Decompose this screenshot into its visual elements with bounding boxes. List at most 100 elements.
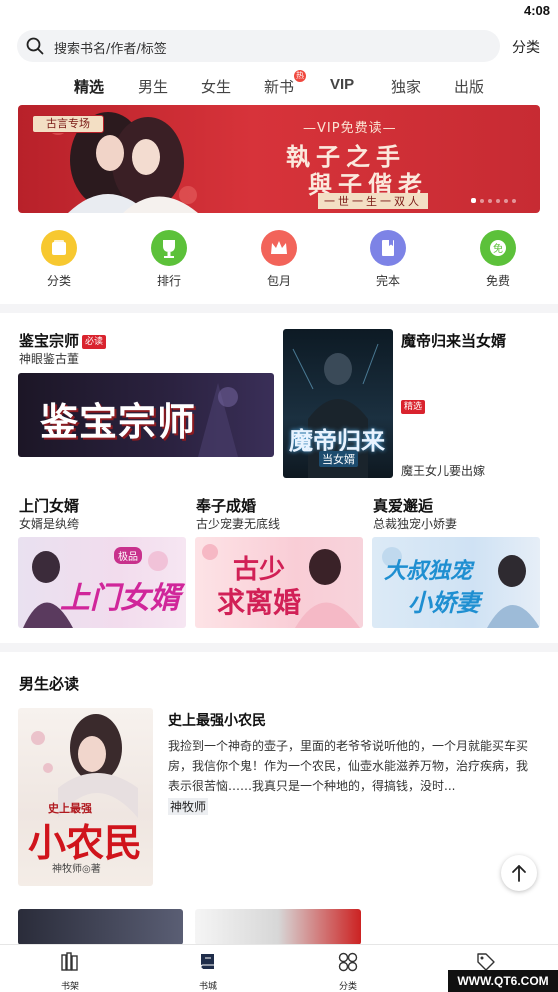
quick-ranking[interactable]: 排行 xyxy=(139,230,199,289)
tab-label: 精选 xyxy=(74,78,105,96)
book-cover[interactable]: 魔帝归来 当女婿 xyxy=(283,329,393,478)
tab-label: 出版 xyxy=(454,78,485,96)
channel-tabs: 精选 男生 女生 新书 热 VIP 独家 出版 xyxy=(0,70,558,102)
book-subtitle: 魔王女儿要出嫁 xyxy=(401,464,486,478)
tab-new[interactable]: 新书 热 xyxy=(264,70,307,97)
category-icon xyxy=(41,230,77,266)
cover-small-tag: 极品 xyxy=(114,547,142,564)
book-subtitle: 总裁独宠小娇妻 xyxy=(373,517,458,531)
pager-dot xyxy=(480,199,484,203)
quick-label: 完本 xyxy=(375,274,400,288)
book-title[interactable]: 上门女婿 xyxy=(19,495,79,516)
tab-label: VIP xyxy=(330,76,355,93)
promo-banner[interactable]: 古言专场 —VIP免费读— 執子之手 與子偕老 一世一生一双人 xyxy=(18,105,540,213)
pager-dot xyxy=(488,199,492,203)
quick-monthly[interactable]: 包月 xyxy=(249,230,309,289)
tab-female[interactable]: 女生 xyxy=(201,76,231,97)
book-subtitle: 神眼鉴古董 xyxy=(19,352,80,366)
featured-right-badge-row: 精选 xyxy=(401,396,426,415)
book-cover[interactable] xyxy=(195,909,361,945)
tab-active-indicator xyxy=(76,96,103,101)
nav-bookstore[interactable]: 书城 xyxy=(178,951,238,992)
search-icon xyxy=(26,37,44,55)
pager-dot xyxy=(496,199,500,203)
tab-label: 独家 xyxy=(391,78,422,96)
quick-category[interactable]: 分类 xyxy=(29,230,89,289)
banner-tagline: 一世一生一双人 xyxy=(318,193,428,209)
search-row: 搜索书名/作者/标签 分类 xyxy=(17,30,543,62)
book-cover[interactable]: 古少 求离婚 xyxy=(195,537,363,628)
free-icon: 免 xyxy=(480,230,516,266)
nav-category[interactable]: 分类 xyxy=(318,951,378,992)
tab-label: 女生 xyxy=(201,78,232,96)
cover-subtitle: 当女婿 xyxy=(319,451,358,467)
book-complete-icon xyxy=(370,230,406,266)
site-watermark: WWW.QT6.COM xyxy=(448,970,558,992)
book-subtitle: 女婿是纨绔 xyxy=(19,517,80,531)
scroll-to-top-button[interactable] xyxy=(501,855,537,891)
featured-left-title-row[interactable]: 鉴宝宗师 必读 xyxy=(19,330,107,351)
nav-label: 分类 xyxy=(338,982,357,992)
section-divider xyxy=(0,643,558,652)
quick-label: 分类 xyxy=(46,274,71,288)
status-bar: 4:08 xyxy=(0,0,558,24)
hot-badge: 热 xyxy=(294,70,307,82)
cover-title: 鉴宝宗师 xyxy=(40,399,197,444)
tab-exclusive[interactable]: 独家 xyxy=(391,76,421,97)
book-title[interactable]: 奉子成婚 xyxy=(196,495,256,516)
tab-published[interactable]: 出版 xyxy=(454,76,484,97)
book-description: 我捡到一个神奇的壶子，里面的老爷爷说听他的，一个月就能买车买房，我信你个鬼！作为… xyxy=(168,739,529,793)
svg-text:免: 免 xyxy=(493,242,503,255)
nav-label: 书架 xyxy=(60,982,79,992)
arrow-up-icon xyxy=(512,865,526,882)
status-time: 4:08 xyxy=(523,3,550,18)
cover-title: 大叔独宠 xyxy=(384,558,473,584)
book-title[interactable]: 魔帝归来当女婿 xyxy=(401,330,506,351)
nav-bookshelf[interactable]: 书架 xyxy=(40,951,100,992)
quick-label: 排行 xyxy=(156,274,181,288)
bookstore-icon xyxy=(200,954,214,970)
tab-male[interactable]: 男生 xyxy=(138,76,168,97)
cover-title-2: 求离婚 xyxy=(217,586,302,619)
book-cover[interactable]: 鉴宝宗师 xyxy=(18,373,274,457)
search-input[interactable]: 搜索书名/作者/标签 xyxy=(17,30,500,62)
banner-pager xyxy=(467,188,516,207)
quick-free[interactable]: 免 免费 xyxy=(468,230,528,289)
tab-label: 新书 xyxy=(264,78,295,96)
book-cover[interactable]: 史上最强 小农民 神牧师◎著 xyxy=(18,708,153,886)
cover-title: 小农民 xyxy=(28,820,143,865)
book-cover[interactable]: 极品 上门女婿 xyxy=(18,537,186,628)
book-title: 鉴宝宗师 xyxy=(19,332,80,350)
cover-author: 神牧师◎著 xyxy=(52,864,101,875)
tab-featured[interactable]: 精选 xyxy=(74,76,105,101)
banner-subtitle: —VIP免费读— xyxy=(303,121,397,136)
book-title[interactable]: 真爱邂逅 xyxy=(373,495,433,516)
tab-label: 男生 xyxy=(138,78,169,96)
trophy-icon xyxy=(151,230,187,266)
crown-icon xyxy=(261,230,297,266)
quick-entries: 分类 排行 包月 完本 免 免费 xyxy=(0,230,558,290)
section-divider xyxy=(0,304,558,313)
must-read-badge: 必读 xyxy=(82,335,107,349)
book-title[interactable]: 史上最强小农民 xyxy=(168,710,266,730)
cover-title: 上门女婿 xyxy=(60,581,180,616)
book-cover[interactable] xyxy=(18,909,183,945)
author-tag[interactable]: 神牧师 xyxy=(168,798,209,815)
banner-tag: 古言专场 xyxy=(32,115,104,133)
nav-label: 书城 xyxy=(198,982,217,992)
book-cover[interactable]: 大叔独宠 小娇妻 xyxy=(372,537,540,628)
bookshelf-icon xyxy=(61,952,78,971)
selected-badge: 精选 xyxy=(401,400,426,414)
quick-complete[interactable]: 完本 xyxy=(358,230,418,289)
quick-label: 包月 xyxy=(266,274,291,288)
grid-icon xyxy=(338,952,358,972)
pager-dot xyxy=(512,199,516,203)
pager-dot xyxy=(504,199,508,203)
book-subtitle: 古少宠妻无底线 xyxy=(196,517,281,531)
quick-label: 免费 xyxy=(485,274,510,288)
category-link[interactable]: 分类 xyxy=(512,37,540,57)
pager-dot xyxy=(471,198,476,203)
tab-vip[interactable]: VIP xyxy=(330,76,354,93)
search-placeholder: 搜索书名/作者/标签 xyxy=(54,42,167,57)
cover-title-2: 小娇妻 xyxy=(408,588,480,617)
